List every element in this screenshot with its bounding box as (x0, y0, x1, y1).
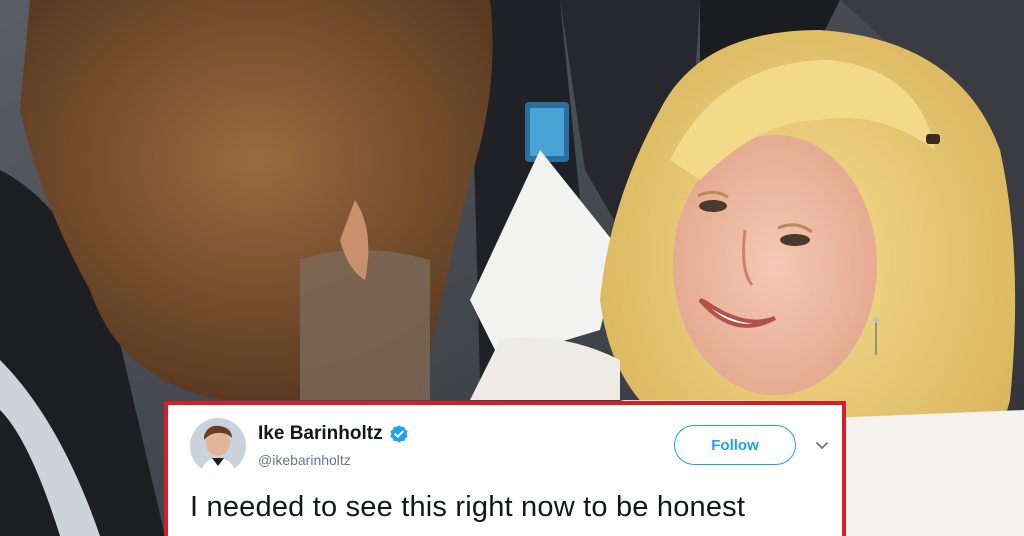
tweet-text: I needed to see this right now to be hon… (190, 491, 746, 523)
follow-button[interactable]: Follow (674, 425, 796, 465)
chevron-down-icon[interactable] (814, 437, 830, 453)
verified-badge-icon (389, 425, 408, 443)
tweet-card: Ike Barinholtz @ikebarinholtz Follow I n… (164, 401, 846, 536)
avatar[interactable] (190, 418, 246, 474)
display-name[interactable]: Ike Barinholtz (258, 423, 383, 445)
handle[interactable]: @ikebarinholtz (258, 452, 351, 468)
name-row: Ike Barinholtz (258, 423, 409, 445)
